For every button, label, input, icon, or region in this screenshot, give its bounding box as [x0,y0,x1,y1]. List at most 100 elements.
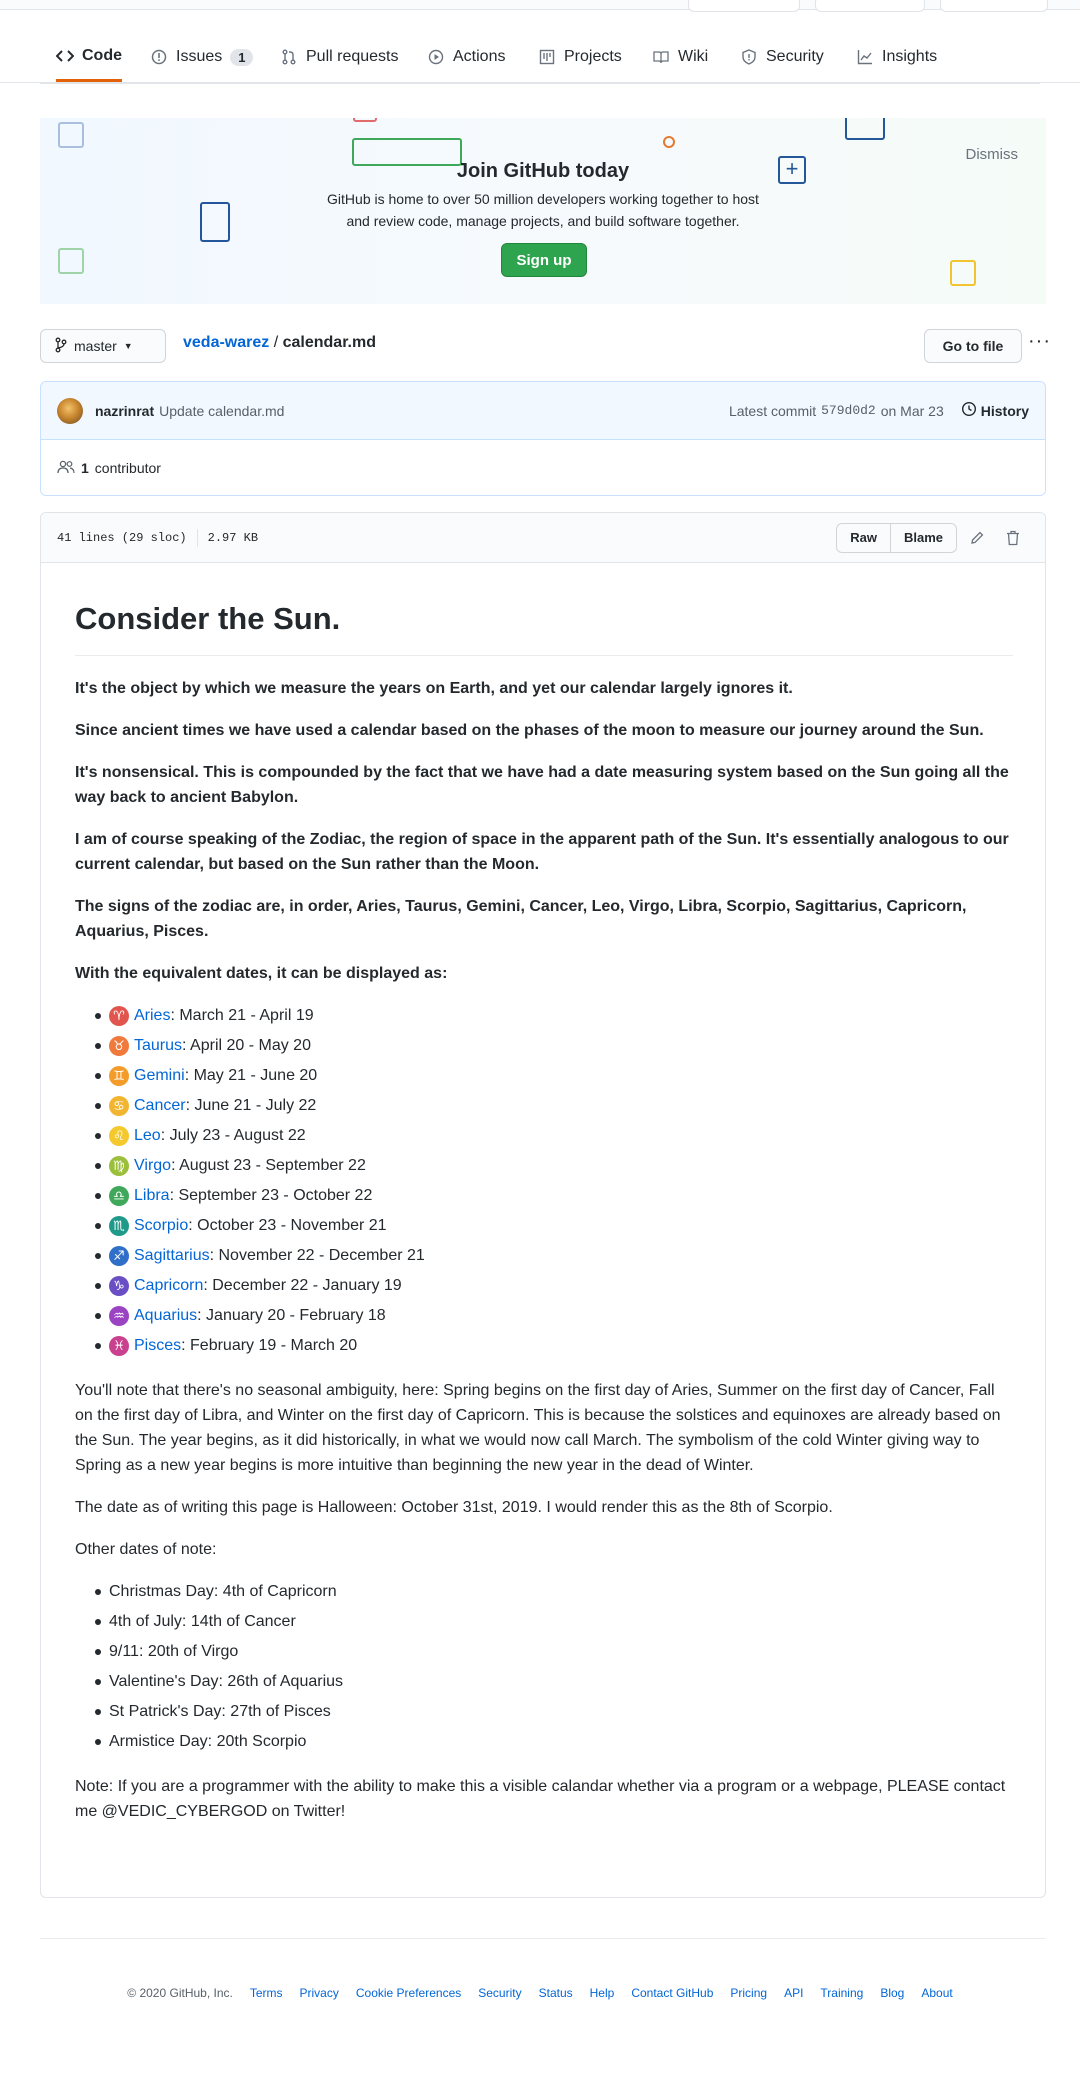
zodiac-link[interactable]: Leo [134,1121,161,1151]
tab-actions[interactable]: Actions [427,32,505,82]
footer-link[interactable]: API [784,1986,803,2000]
footer-link[interactable]: Privacy [300,1986,339,2000]
footer-link[interactable]: About [921,1986,952,2000]
footer-link[interactable]: Security [478,1986,521,2000]
paragraph: Since ancient times we have used a calen… [75,722,984,739]
zodiac-list-item: ♋ Cancer: June 21 - July 22 [75,1091,1013,1121]
zodiac-list-item: ♑ Capricorn: December 22 - January 19 [75,1271,1013,1301]
history-link[interactable]: History [961,401,1029,420]
graph-icon [856,48,874,66]
divider [196,528,198,547]
people-icon [57,460,75,477]
tab-pull-requests[interactable]: Pull requests [280,32,399,82]
branch-icon [55,337,67,356]
tab-projects[interactable]: Projects [538,32,622,82]
commit-meta: Latest commit 579d0d2 on Mar 23 History [729,401,1029,420]
zodiac-symbol-icon: ♈ [109,1006,129,1026]
signup-button[interactable]: Sign up [501,243,587,277]
footer-copyright: © 2020 GitHub, Inc. [127,1986,233,2000]
zodiac-link[interactable]: Taurus [134,1031,182,1061]
breadcrumb-repo-link[interactable]: veda-warez [183,334,269,351]
branch-selector[interactable]: master ▼ [40,329,166,363]
blame-button[interactable]: Blame [890,522,957,553]
footer-link[interactable]: Contact GitHub [631,1986,713,2000]
shield-icon [740,48,758,66]
paragraph: The signs of the zodiac are, in order, A… [75,898,967,940]
latest-commit-label: Latest commit [728,402,817,419]
commit-sha[interactable]: 579d0d2 [821,403,876,418]
code-square-icon [950,260,976,286]
list-item: 4th of July: 14th of Cancer [75,1607,1013,1637]
zodiac-list-item: ♒ Aquarius: January 20 - February 18 [75,1301,1013,1331]
footer-link[interactable]: Training [820,1986,863,2000]
dismiss-button[interactable]: Dismiss [966,146,1019,163]
paragraph: It's the object by which we measure the … [75,680,793,697]
play-icon [427,48,445,66]
footer-link[interactable]: Cookie Preferences [356,1986,461,2000]
contributors-label: contributor [94,460,161,476]
more-options-icon[interactable]: ··· [1028,330,1051,353]
paragraph: You'll note that there's no seasonal amb… [75,1382,1001,1474]
footer-link[interactable]: Pricing [730,1986,767,2000]
zodiac-symbol-icon: ♍ [109,1156,129,1176]
footer-divider [40,1938,1046,1939]
zodiac-dates: : September 23 - October 22 [169,1187,373,1204]
footer-link[interactable]: Help [590,1986,615,2000]
banner-text-line: GitHub is home to over 50 million develo… [327,191,759,207]
footer: © 2020 GitHub, Inc. Terms Privacy Cookie P… [0,1986,1080,2000]
zodiac-link[interactable]: Cancer [134,1091,186,1121]
commit-message[interactable]: Update calendar.md [159,403,284,419]
zodiac-link[interactable]: Sagittarius [134,1241,210,1271]
zodiac-dates: : October 23 - November 21 [188,1217,387,1234]
zodiac-symbol-icon: ♊ [109,1066,129,1086]
star-button[interactable] [815,0,925,12]
tab-wiki[interactable]: Wiki [652,32,708,82]
zodiac-link[interactable]: Scorpio [134,1211,188,1241]
paragraph: With the equivalent dates, it can be dis… [75,965,448,982]
avatar[interactable] [57,397,83,424]
paragraph: It's nonsensical. This is compounded by … [75,764,1009,806]
zodiac-dates: : August 23 - September 22 [171,1157,366,1174]
zodiac-dates: : February 19 - March 20 [181,1337,358,1354]
tab-security[interactable]: Security [740,32,824,82]
signup-banner: + Join GitHub today GitHub is home to ov… [40,118,1046,304]
code-icon [56,47,74,65]
issues-count-badge: 1 [230,48,254,66]
tab-label: Actions [453,48,506,65]
list-item: Valentine's Day: 26th of Aquarius [75,1667,1013,1697]
zodiac-link[interactable]: Pisces [134,1331,181,1361]
footer-link[interactable]: Blog [880,1986,904,2000]
commit-author[interactable]: nazrinrat [95,403,154,419]
zodiac-symbol-icon: ♉ [109,1036,129,1056]
raw-button[interactable]: Raw [836,522,891,553]
zodiac-link[interactable]: Capricorn [134,1271,203,1301]
trash-icon[interactable] [997,523,1029,553]
zodiac-list-item: ♊ Gemini: May 21 - June 20 [75,1061,1013,1091]
zodiac-link[interactable]: Libra [134,1181,170,1211]
watch-button[interactable] [688,0,800,12]
tab-insights[interactable]: Insights [856,32,937,82]
tab-code[interactable]: Code [56,32,122,82]
list-item: Christmas Day: 4th of Capricorn [75,1577,1013,1607]
footer-link[interactable]: Status [539,1986,573,2000]
zodiac-link[interactable]: Gemini [134,1061,185,1091]
go-to-file-button[interactable]: Go to file [924,329,1022,363]
zodiac-link[interactable]: Virgo [134,1151,171,1181]
breadcrumb-separator: / [269,334,283,351]
zodiac-link[interactable]: Aquarius [134,1301,197,1331]
zodiac-dates: : January 20 - February 18 [197,1307,386,1324]
project-icon [538,48,556,66]
file-line-count: 41 lines (29 sloc) [57,530,187,545]
pencil-icon[interactable] [961,523,993,553]
contributors-count: 1 [81,460,89,476]
zodiac-list-item: ♓ Pisces: February 19 - March 20 [75,1331,1013,1361]
zodiac-list-item: ♉ Taurus: April 20 - May 20 [75,1031,1013,1061]
fork-button[interactable] [940,0,1048,12]
history-label: History [980,402,1029,419]
footer-link[interactable]: Terms [250,1986,283,2000]
zodiac-link[interactable]: Aries [134,1001,170,1031]
zodiac-dates: : March 21 - April 19 [170,1007,314,1024]
branch-name: master [74,338,117,354]
contributors-row[interactable]: 1 contributor [41,440,1045,495]
tab-issues[interactable]: Issues 1 [150,32,254,82]
